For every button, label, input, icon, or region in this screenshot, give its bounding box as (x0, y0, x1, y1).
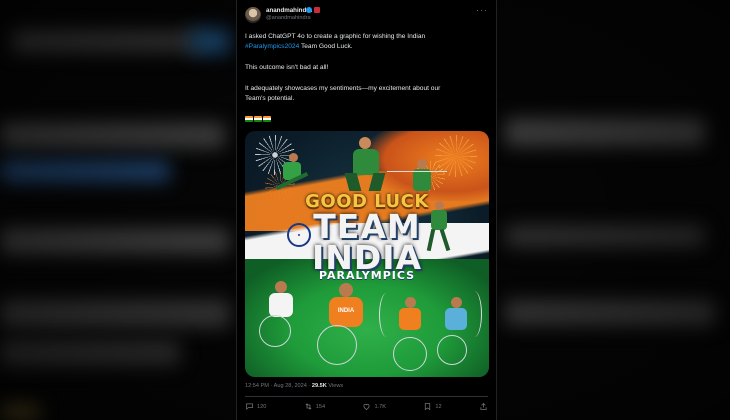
user-handle[interactable]: @anandmahindra (266, 15, 311, 21)
reply-count: 120 (257, 403, 267, 410)
tweet-text-paragraph-3: It adequately showcases my sentiments—my… (245, 84, 489, 104)
jersey-text: INDIA (329, 297, 363, 327)
bookmark-icon (425, 403, 431, 411)
retweet-button[interactable]: 154 (304, 402, 325, 411)
tweet-text-paragraph-1: I asked ChatGPT 4o to create a graphic f… (245, 32, 489, 52)
bookmark-button[interactable]: 12 (423, 402, 442, 411)
athlete-cyclist (344, 137, 387, 193)
timestamp-text[interactable]: 12:54 PM · Aug 28, 2024 · (245, 383, 312, 389)
indian-flag-icon (254, 116, 262, 122)
reply-button[interactable]: 120 (245, 402, 266, 411)
more-options-icon[interactable]: ··· (476, 5, 488, 15)
tweet-text: Team's potential. (245, 95, 295, 102)
athlete-wheelchair-right (433, 291, 483, 367)
heart-icon (363, 403, 370, 410)
affiliation-badge-icon (314, 7, 320, 13)
reply-icon (246, 403, 253, 410)
tweet-card[interactable]: anandmahindra @anandmahindra ··· I asked… (236, 0, 497, 420)
athlete-runner-left (275, 153, 309, 193)
divider (245, 396, 488, 397)
share-icon (480, 402, 487, 410)
tweet-image[interactable]: GOOD LUCK TEAM INDIA PARALYMPICS INDIA (245, 131, 489, 377)
indian-flag-icon-row (245, 116, 271, 122)
bookmark-count: 12 (435, 403, 442, 410)
views-label: Views (326, 383, 344, 389)
verified-badge-icon (306, 7, 312, 13)
like-count: 1.7K (374, 403, 386, 410)
tweet-text: It adequately showcases my sentiments—my… (245, 85, 441, 92)
tweet-text: I asked ChatGPT 4o to create a graphic f… (245, 33, 426, 40)
athlete-wheelchair-center: INDIA (315, 283, 375, 369)
views-count: 29.5K (311, 383, 327, 389)
indian-flag-icon (245, 116, 253, 122)
share-button[interactable] (479, 402, 488, 411)
retweet-count: 154 (315, 403, 326, 410)
avatar[interactable] (245, 7, 261, 23)
athlete-wheelchair-left (257, 281, 305, 353)
tweet-timestamp[interactable]: 12:54 PM · Aug 28, 2024 · 29.5K Views (245, 383, 343, 389)
hashtag-link[interactable]: #Paralympics2024 (245, 43, 299, 50)
athlete-runner-right (423, 201, 457, 253)
tweet-actions: 120 154 1.7K 12 (245, 402, 488, 411)
retweet-icon (305, 403, 312, 410)
tweet-text-paragraph-2: This outcome isn't bad at all! (245, 64, 329, 71)
athlete-wheelchair-archer (379, 293, 439, 373)
tweet-text: Team Good Luck. (299, 43, 353, 50)
like-button[interactable]: 1.7K (362, 402, 386, 411)
indian-flag-icon (263, 116, 271, 122)
